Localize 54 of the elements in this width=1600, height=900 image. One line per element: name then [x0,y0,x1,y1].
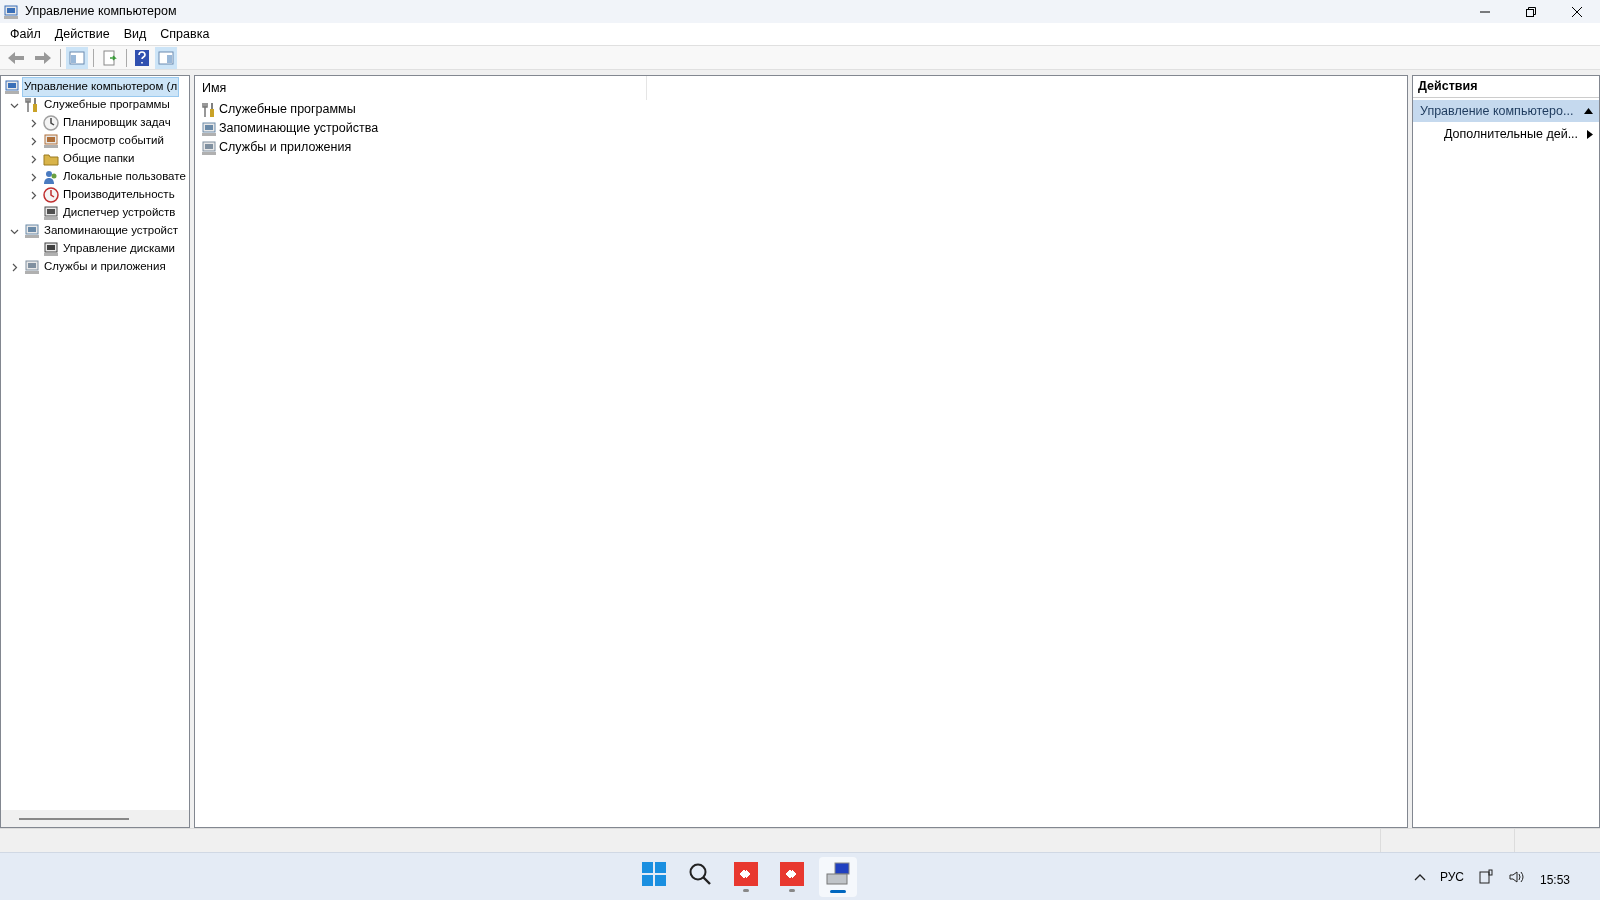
chevron-up-icon[interactable] [1413,872,1426,881]
back-arrow-icon[interactable] [7,49,25,66]
search-icon[interactable] [687,861,712,886]
actions-title: Действия [1413,76,1599,98]
services-icon [24,259,40,275]
tree-item[interactable]: Общие папки [61,149,137,169]
list-item[interactable]: Служебные программы [219,100,356,119]
language-indicator[interactable]: РУС [1439,867,1464,886]
submenu-triangle-icon[interactable] [1587,129,1593,139]
tree-item[interactable]: Управление дисками [61,239,178,259]
action-link[interactable]: Дополнительные дей... [1413,122,1599,146]
tree-item[interactable]: Управление компьютером (л [22,77,180,97]
tree-item[interactable]: Локальные пользовате [61,167,188,187]
menu-item[interactable]: Действие [47,24,117,44]
log-icon [43,133,59,149]
network-icon[interactable] [1477,868,1494,885]
folder-icon [43,151,59,167]
tree-item[interactable]: Просмотр событий [61,131,166,151]
menu-item[interactable]: Вид [116,24,154,44]
actions-section-header[interactable]: Управление компьютеро... [1413,100,1599,122]
list-item[interactable]: Службы и приложения [219,138,352,157]
tree-item[interactable]: Службы и приложения [42,257,168,277]
restore-icon [1526,6,1536,17]
clock-icon [43,115,59,131]
users-icon [43,169,59,185]
close-icon [1572,6,1582,17]
computer-management-app-icon[interactable] [824,860,851,887]
window-title: Управление компьютером [25,3,177,21]
menu-item[interactable]: Файл [3,24,48,44]
tree-item[interactable]: Производительность [61,185,177,205]
remote-desktop-app-icon[interactable] [779,861,804,886]
list-item[interactable]: Запоминающие устройства [219,119,379,138]
tools-icon [201,101,217,118]
tree-item[interactable]: Диспетчер устройств [61,203,178,223]
storage-icon [201,120,217,137]
speaker-icon[interactable] [1507,868,1526,885]
export-list-icon[interactable] [102,49,118,66]
help-icon[interactable] [135,49,149,66]
computer-icon [4,79,20,95]
tree-item[interactable]: Служебные программы [42,95,172,115]
collapse-triangle-icon[interactable] [1584,108,1593,114]
storage-icon [24,223,40,239]
computer-icon [3,3,19,20]
menu-item[interactable]: Справка [153,24,217,44]
tree-item[interactable]: Запоминающие устройст [42,221,180,241]
horizontal-scrollbar[interactable] [1,810,189,827]
remote-desktop-app-icon[interactable] [733,861,758,886]
forward-arrow-icon[interactable] [34,49,52,66]
column-header[interactable]: Имя [195,76,647,100]
clock-time[interactable]: 15:53 [1539,870,1570,889]
tree-item[interactable]: Планировщик задач [61,113,173,133]
windows-start-icon[interactable] [641,861,666,886]
services-icon [201,139,217,156]
tools-icon [24,97,40,113]
